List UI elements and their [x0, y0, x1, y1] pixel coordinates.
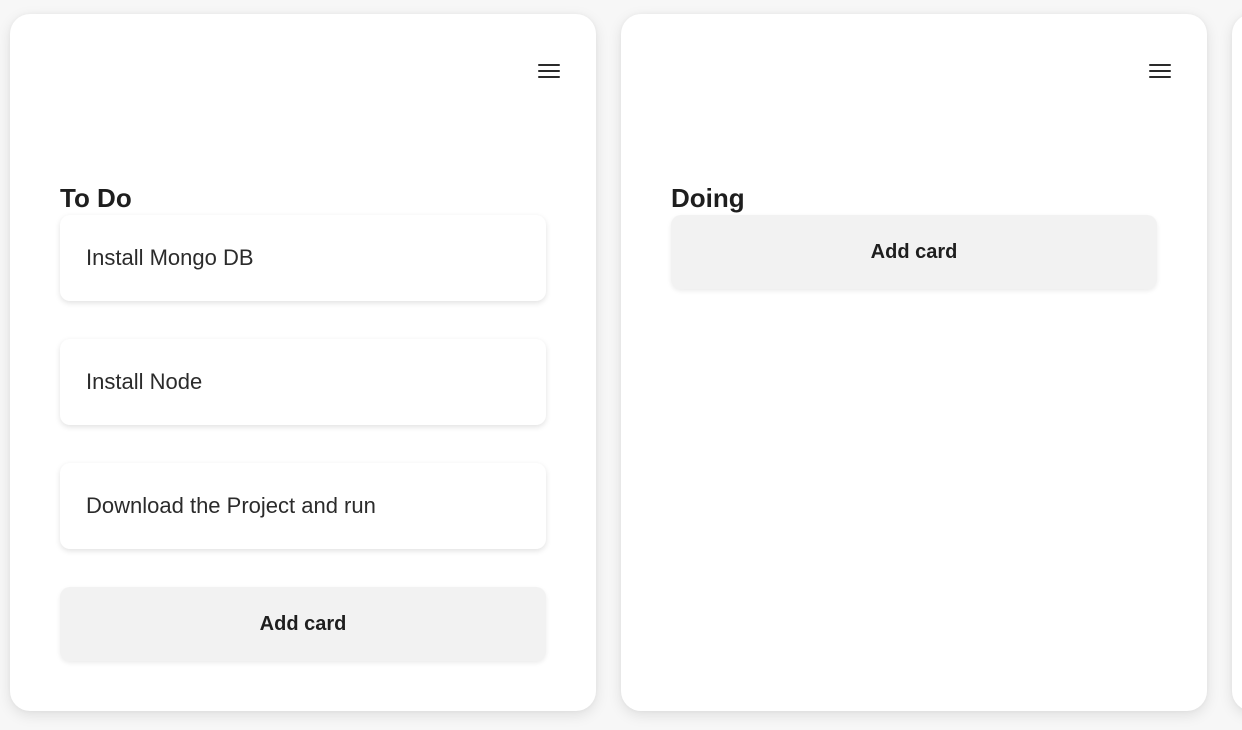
- menu-line: [1149, 76, 1171, 78]
- card-item[interactable]: Install Mongo DB: [60, 215, 546, 301]
- add-card-button[interactable]: Add card: [671, 215, 1157, 289]
- card-item[interactable]: Install Node: [60, 339, 546, 425]
- kanban-board: To Do Install Mongo DB Install Node Down…: [0, 0, 1242, 730]
- menu-line: [538, 64, 560, 66]
- hamburger-menu-icon[interactable]: [538, 62, 560, 80]
- card-item[interactable]: Download the Project and run: [60, 463, 546, 549]
- card-list: Install Mongo DB Install Node Download t…: [60, 215, 546, 661]
- column-title: Doing: [671, 183, 745, 213]
- menu-line: [538, 76, 560, 78]
- column-to-do: To Do Install Mongo DB Install Node Down…: [10, 14, 596, 711]
- add-card-wrapper: Add card: [60, 587, 546, 661]
- menu-line: [1149, 64, 1171, 66]
- column-title: To Do: [60, 183, 132, 213]
- hamburger-menu-icon[interactable]: [1149, 62, 1171, 80]
- menu-line: [1149, 70, 1171, 72]
- column-partial: [1232, 14, 1242, 711]
- column-doing: Doing Add card: [621, 14, 1207, 711]
- menu-line: [538, 70, 560, 72]
- add-card-button[interactable]: Add card: [60, 587, 546, 661]
